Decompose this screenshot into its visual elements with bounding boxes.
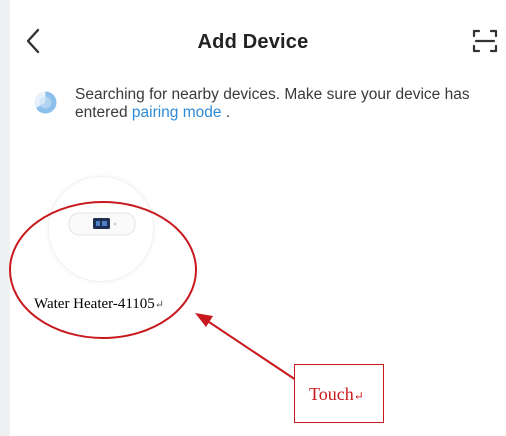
device-name: Water Heater-41105: [34, 296, 155, 312]
search-message: Searching for nearby devices. Make sure …: [75, 86, 495, 122]
search-message-end: .: [221, 104, 231, 121]
water-heater-icon: [68, 212, 136, 236]
annotation-arrow-head: [195, 313, 213, 327]
touch-label-text: Touch: [309, 384, 354, 404]
header: Add Device: [0, 0, 506, 80]
search-status: Searching for nearby devices. Make sure …: [33, 86, 483, 126]
touch-annotation-box: Touch↵: [294, 364, 384, 423]
page-title: Add Device: [197, 31, 309, 53]
searching-spinner-icon: [34, 91, 57, 114]
device-name-label[interactable]: Water Heater-41105↵: [34, 296, 164, 313]
scan-icon: [472, 29, 498, 53]
device-card-water-heater[interactable]: [48, 176, 154, 282]
return-mark: ↵: [154, 299, 165, 311]
touch-annotation-label: Touch↵: [309, 384, 364, 405]
pairing-mode-link[interactable]: pairing mode: [132, 104, 222, 121]
annotation-arrow-line: [205, 319, 297, 381]
scan-button[interactable]: [472, 28, 498, 54]
touch-return-mark: ↵: [353, 389, 364, 403]
